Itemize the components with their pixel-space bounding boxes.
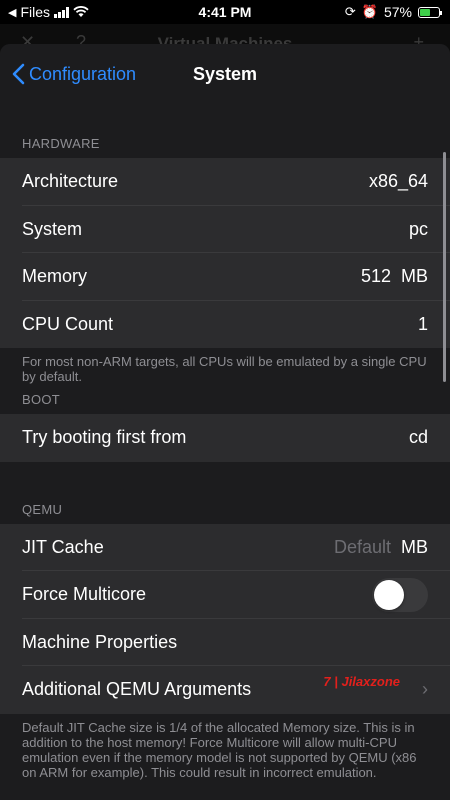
row-label: Machine Properties bbox=[22, 631, 178, 652]
hardware-footer-note: For most non-ARM targets, all CPUs will … bbox=[22, 354, 427, 384]
alarm-icon: ⏰ bbox=[361, 4, 378, 19]
jit-cache-unit: MB bbox=[401, 536, 428, 557]
qemu-footer-note: Default JIT Cache size is 1/4 of the all… bbox=[22, 719, 417, 780]
jit-cache-input[interactable]: Default bbox=[334, 537, 391, 558]
section-header-hardware: HARDWARE bbox=[22, 136, 100, 151]
system-value: pc bbox=[408, 218, 428, 239]
row-label: Try booting first from bbox=[22, 427, 187, 448]
row-label: CPU Count bbox=[22, 313, 114, 334]
force-multicore-toggle[interactable] bbox=[372, 577, 428, 612]
architecture-row[interactable]: Architecture x86_64 bbox=[0, 158, 450, 206]
row-label: System bbox=[22, 218, 83, 239]
row-label: Memory bbox=[22, 266, 88, 287]
navigation-bar: Configuration System bbox=[0, 44, 450, 106]
chevron-right-icon: › bbox=[422, 679, 428, 700]
battery-icon bbox=[418, 6, 442, 18]
cpu-count-input[interactable]: 1 bbox=[418, 314, 428, 335]
row-label: JIT Cache bbox=[22, 536, 104, 557]
force-multicore-row: Force Multicore bbox=[0, 571, 450, 619]
scrollbar[interactable] bbox=[443, 152, 446, 382]
section-header-qemu: QEMU bbox=[22, 501, 63, 517]
orientation-lock-icon: ⟳ bbox=[344, 4, 356, 19]
battery-percent: 57% bbox=[383, 4, 412, 20]
jit-cache-row[interactable]: JIT Cache Default MB bbox=[0, 523, 450, 571]
system-settings-sheet: Configuration System HARDWARE Architectu… bbox=[0, 44, 450, 800]
toggle-knob bbox=[374, 579, 404, 610]
memory-row[interactable]: Memory 512 MB bbox=[0, 253, 450, 301]
cpu-count-row[interactable]: CPU Count 1 bbox=[0, 300, 450, 348]
page-title: System bbox=[192, 64, 258, 84]
watermark: 7 | Jilaxzone bbox=[323, 674, 400, 689]
machine-properties-row[interactable]: Machine Properties bbox=[0, 618, 450, 666]
boot-order-row[interactable]: Try booting first from cd bbox=[0, 414, 450, 462]
architecture-value: x86_64 bbox=[368, 171, 428, 192]
section-header-boot: BOOT bbox=[22, 392, 61, 407]
additional-qemu-arguments-row[interactable]: Additional QEMU Arguments 7 | Jilaxzone … bbox=[0, 666, 450, 714]
status-bar: ◀ Files 4:41 PM ⟳ ⏰ 57% bbox=[0, 0, 450, 24]
boot-device-value: cd bbox=[408, 427, 428, 448]
row-label: Force Multicore bbox=[22, 584, 147, 605]
memory-unit: MB bbox=[401, 266, 428, 287]
system-row[interactable]: System pc bbox=[0, 205, 450, 253]
memory-input[interactable]: 512 bbox=[361, 266, 391, 287]
row-label: Architecture bbox=[22, 171, 119, 192]
